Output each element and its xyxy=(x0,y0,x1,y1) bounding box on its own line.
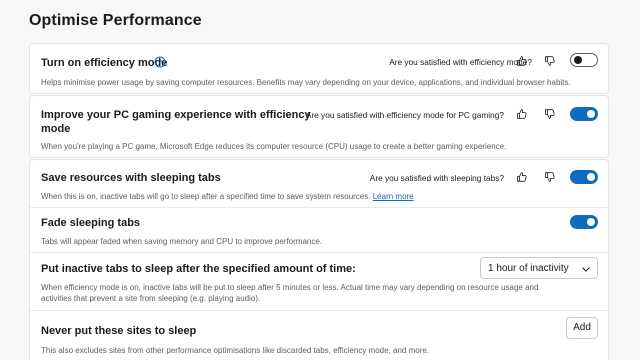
svg-text:?: ? xyxy=(158,58,162,67)
inactive-sleep-title: Put inactive tabs to sleep after the spe… xyxy=(41,263,356,275)
add-site-button[interactable]: Add xyxy=(566,317,598,339)
never-sleep-description: This also excludes sites from other perf… xyxy=(41,346,430,355)
efficiency-feedback-question: Are you satisfied with efficiency mode? xyxy=(389,57,532,67)
inactive-sleep-description-line1: When efficiency mode is on, inactive tab… xyxy=(41,283,539,292)
sleeping-tabs-description-text: When this is on, inactive tabs will go t… xyxy=(41,192,371,201)
efficiency-mode-description: Helps minimise power usage by saving com… xyxy=(41,78,571,87)
gaming-feedback-question: Are you satisfied with efficiency mode f… xyxy=(305,110,504,120)
gaming-title-line1: Improve your PC gaming experience with e… xyxy=(41,109,311,121)
thumbs-down-icon[interactable] xyxy=(544,55,556,67)
thumbs-up-icon[interactable] xyxy=(516,55,528,67)
efficiency-mode-toggle[interactable] xyxy=(570,53,598,67)
divider xyxy=(30,207,608,208)
efficiency-mode-title: Turn on efficiency mode xyxy=(41,57,168,69)
divider xyxy=(30,310,608,311)
learn-more-link[interactable]: Learn more xyxy=(373,192,414,201)
gaming-title-line2: mode xyxy=(41,123,71,135)
never-sleep-title: Never put these sites to sleep xyxy=(41,325,197,337)
gaming-toggle[interactable] xyxy=(570,107,598,121)
sleeping-feedback-question: Are you satisfied with sleeping tabs? xyxy=(369,173,504,183)
fade-sleeping-tabs-description: Tabs will appear faded when saving memor… xyxy=(41,237,323,246)
divider xyxy=(30,252,608,253)
sleeping-tabs-title: Save resources with sleeping tabs xyxy=(41,172,221,184)
thumbs-down-icon[interactable] xyxy=(544,108,556,120)
fade-sleeping-tabs-title: Fade sleeping tabs xyxy=(41,217,141,229)
thumbs-up-icon[interactable] xyxy=(516,108,528,120)
sleeping-tabs-toggle[interactable] xyxy=(570,170,598,184)
inactivity-time-dropdown[interactable]: 1 hour of inactivity xyxy=(480,257,598,279)
thumbs-down-icon[interactable] xyxy=(544,171,556,183)
inactive-sleep-description-line2: activities that prevent a site from slee… xyxy=(41,294,261,303)
fade-sleeping-tabs-toggle[interactable] xyxy=(570,215,598,229)
chevron-down-icon xyxy=(582,267,590,272)
gaming-description: When you're playing a PC game, Microsoft… xyxy=(41,142,507,151)
inactivity-time-value: 1 hour of inactivity xyxy=(488,263,569,274)
sleeping-tabs-description: When this is on, inactive tabs will go t… xyxy=(41,191,414,202)
help-icon[interactable]: ? xyxy=(154,56,166,68)
thumbs-up-icon[interactable] xyxy=(516,171,528,183)
page-title: Optimise Performance xyxy=(29,12,202,29)
